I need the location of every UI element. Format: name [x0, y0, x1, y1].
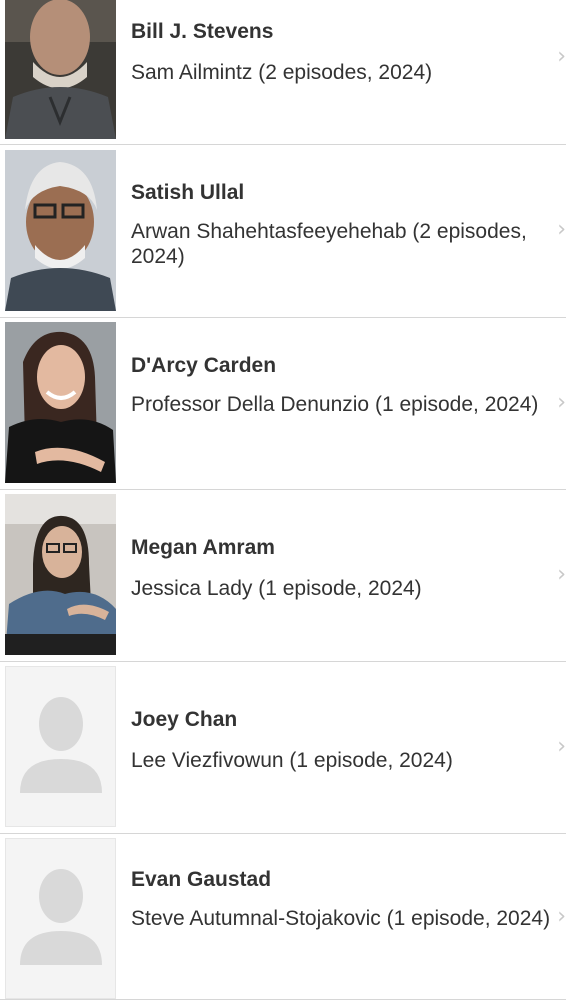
- cast-row[interactable]: D'Arcy Carden Professor Della Denunzio (…: [0, 318, 566, 490]
- character-role: Professor Della Denunzio (1 episode, 202…: [131, 393, 539, 416]
- headshot-photo: [5, 322, 116, 483]
- headshot-photo: [5, 150, 116, 311]
- actor-name[interactable]: Bill J. Stevens: [131, 20, 273, 44]
- cast-row[interactable]: Joey Chan Lee Viezfivowun (1 episode, 20…: [0, 662, 566, 834]
- headshot-photo: [5, 494, 116, 655]
- chevron-right-icon: ›: [557, 390, 566, 415]
- cast-list: Bill J. Stevens Sam Ailmintz (2 episodes…: [0, 0, 566, 1000]
- cast-row[interactable]: Megan Amram Jessica Lady (1 episode, 202…: [0, 490, 566, 662]
- chevron-right-icon: ›: [557, 44, 566, 69]
- chevron-right-icon: ›: [557, 217, 566, 242]
- headshot-photo: [5, 0, 116, 139]
- character-role: Arwan Shahehtasfeeyehehab (2 episodes, 2…: [131, 220, 527, 268]
- character-role: Steve Autumnal-Stojakovic (1 episode, 20…: [131, 907, 551, 930]
- actor-name[interactable]: Evan Gaustad: [131, 868, 271, 892]
- actor-name[interactable]: Satish Ullal: [131, 181, 244, 205]
- character-role: Lee Viezfivowun (1 episode, 2024): [131, 749, 453, 772]
- actor-name[interactable]: Megan Amram: [131, 536, 275, 560]
- character-role: Jessica Lady (1 episode, 2024): [131, 577, 422, 600]
- character-role: Sam Ailmintz (2 episodes, 2024): [131, 61, 433, 84]
- placeholder-silhouette: [5, 666, 116, 827]
- chevron-right-icon: ›: [557, 734, 566, 759]
- cast-row[interactable]: Bill J. Stevens Sam Ailmintz (2 episodes…: [0, 0, 566, 145]
- cast-row[interactable]: Evan Gaustad Steve Autumnal-Stojakovic (…: [0, 834, 566, 1000]
- actor-name[interactable]: D'Arcy Carden: [131, 354, 276, 378]
- placeholder-silhouette: [5, 838, 116, 999]
- cast-row[interactable]: Satish Ullal Arwan Shahehtasfeeyehehab (…: [0, 145, 566, 318]
- chevron-right-icon: ›: [557, 562, 566, 587]
- actor-name[interactable]: Joey Chan: [131, 708, 237, 732]
- chevron-right-icon: ›: [557, 904, 566, 929]
